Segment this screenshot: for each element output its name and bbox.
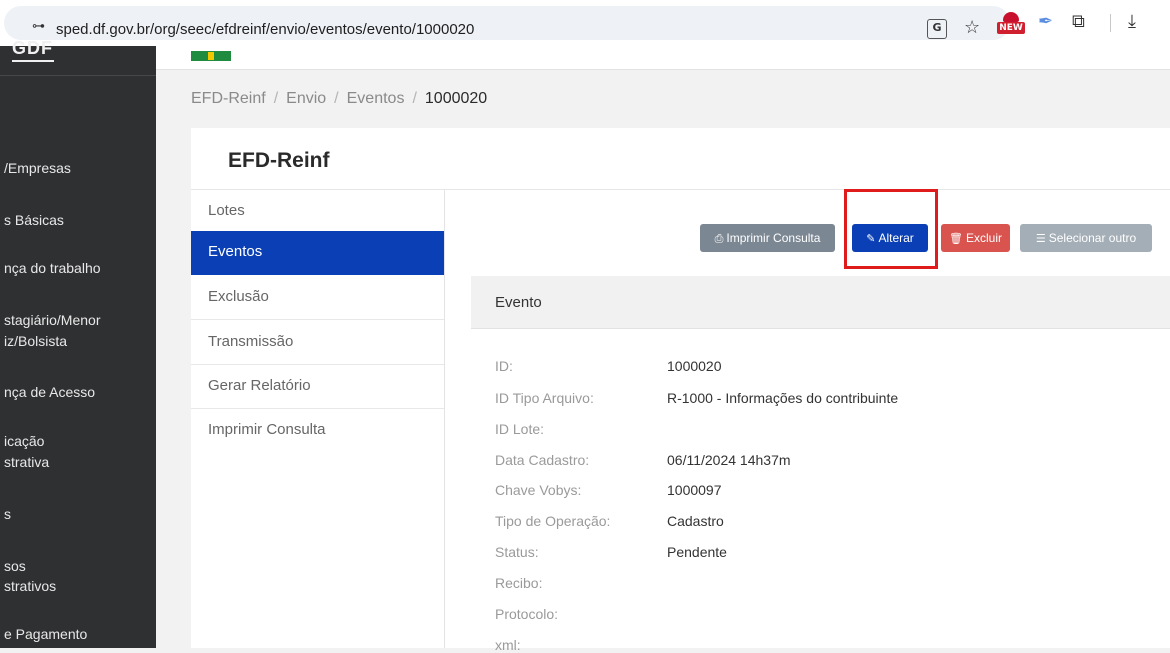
menu-item-eventos[interactable]: Eventos <box>191 231 444 275</box>
sidebar-item-administrativa[interactable]: strativa <box>4 452 160 473</box>
print-query-button[interactable]: ⎙ Imprimir Consulta <box>700 224 835 252</box>
field-value-chave-vobys: 1000097 <box>667 482 722 498</box>
field-value-status: Pendente <box>667 544 727 560</box>
sidebar-item-pagamento[interactable]: e Pagamento <box>4 624 160 645</box>
new-badge: NEW <box>997 22 1025 34</box>
field-label-tipo-arquivo: ID Tipo Arquivo: <box>495 390 594 406</box>
sidebar-item-trabalho[interactable]: nça do trabalho <box>4 258 160 279</box>
field-label-tipo-operacao: Tipo de Operação: <box>495 513 611 529</box>
sidebar-item-bolsista[interactable]: iz/Bolsista <box>4 331 160 352</box>
sidebar: GDF /Empresas s Básicas nça do trabalho … <box>0 38 156 648</box>
sidebar-logo: GDF <box>0 38 156 76</box>
flag-icon <box>191 51 231 61</box>
field-label-protocolo: Protocolo: <box>495 606 559 622</box>
field-label-data-cadastro: Data Cadastro: <box>495 452 590 468</box>
field-label-recibo: Recibo: <box>495 575 543 591</box>
sidebar-item-comunicacao[interactable]: icação <box>4 431 160 452</box>
event-panel-header: Evento <box>471 276 1170 329</box>
field-label-chave-vobys: Chave Vobys: <box>495 482 582 498</box>
extensions-puzzle-icon[interactable]: ⧉ <box>1072 11 1085 33</box>
browser-toolbar: ⊶ sped.df.gov.br/org/seec/efdreinf/envio… <box>0 0 1170 46</box>
field-label-xml: xml: <box>495 637 521 653</box>
sidebar-item-administrativos[interactable]: strativos <box>4 576 160 597</box>
menu-item-exclusao[interactable]: Exclusão <box>191 276 444 320</box>
event-panel-title: Evento <box>495 294 542 311</box>
breadcrumb-item[interactable]: EFD-Reinf <box>191 90 266 107</box>
breadcrumb-item[interactable]: Eventos <box>347 90 405 107</box>
menu-item-lotes[interactable]: Lotes <box>191 190 444 234</box>
address-bar[interactable]: ⊶ sped.df.gov.br/org/seec/efdreinf/envio… <box>4 6 1010 40</box>
feather-extension-icon[interactable]: ✒ <box>1038 11 1053 33</box>
breadcrumb: EFD-Reinf / Envio / Eventos/1000020 <box>191 90 488 107</box>
printer-icon: ⎙ <box>714 232 724 245</box>
menu-item-gerar-relatorio[interactable]: Gerar Relatório <box>191 365 444 409</box>
site-info-icon[interactable]: ⊶ <box>32 19 45 34</box>
field-label-id: ID: <box>495 358 513 374</box>
field-label-status: Status: <box>495 544 539 560</box>
download-icon[interactable]: ⤓ <box>1128 11 1136 33</box>
breadcrumb-current: 1000020 <box>424 90 488 107</box>
translate-icon[interactable]: G <box>927 19 947 39</box>
main-card: EFD-Reinf Lotes Eventos Exclusão Transmi… <box>191 128 1170 653</box>
menu-item-transmissao[interactable]: Transmissão <box>191 321 444 365</box>
trash-icon: 🗑 <box>949 232 963 245</box>
sidebar-item-estagiario[interactable]: stagiário/Menor <box>4 310 160 331</box>
logo-text: GDF <box>12 38 53 58</box>
sidebar-item-empresas[interactable]: /Empresas <box>4 158 160 179</box>
header-band <box>156 46 1170 70</box>
highlight-box <box>844 189 938 269</box>
event-panel: Evento ID: 1000020 ID Tipo Arquivo: R-10… <box>471 276 1170 653</box>
field-value-data-cadastro: 06/11/2024 14h37m <box>667 452 791 468</box>
sidebar-item-basicas[interactable]: s Básicas <box>4 210 160 231</box>
list-icon: ☰ <box>1035 232 1046 245</box>
bookmark-star-icon[interactable]: ☆ <box>964 17 980 39</box>
sidebar-item-processos[interactable]: sos <box>4 556 160 577</box>
new-extension-icon[interactable]: NEW <box>997 10 1025 36</box>
side-menu: Lotes Eventos Exclusão Transmissão Gerar… <box>191 190 445 648</box>
select-other-button[interactable]: ☰ Selecionar outro <box>1020 224 1152 252</box>
field-value-id: 1000020 <box>667 358 722 374</box>
field-value-tipo-operacao: Cadastro <box>667 513 724 529</box>
breadcrumb-item[interactable]: Envio <box>286 90 326 107</box>
menu-item-imprimir-consulta[interactable]: Imprimir Consulta <box>191 409 444 453</box>
delete-button[interactable]: 🗑 Excluir <box>941 224 1010 252</box>
url-text[interactable]: sped.df.gov.br/org/seec/efdreinf/envio/e… <box>56 21 474 38</box>
sidebar-item-acesso[interactable]: nça de Acesso <box>4 382 160 403</box>
field-label-lote: ID Lote: <box>495 421 545 437</box>
page-title: EFD-Reinf <box>228 149 330 172</box>
toolbar-divider <box>1110 14 1111 32</box>
sidebar-item-s[interactable]: s <box>4 504 160 525</box>
field-value-tipo-arquivo: R-1000 - Informações do contribuinte <box>667 390 899 406</box>
